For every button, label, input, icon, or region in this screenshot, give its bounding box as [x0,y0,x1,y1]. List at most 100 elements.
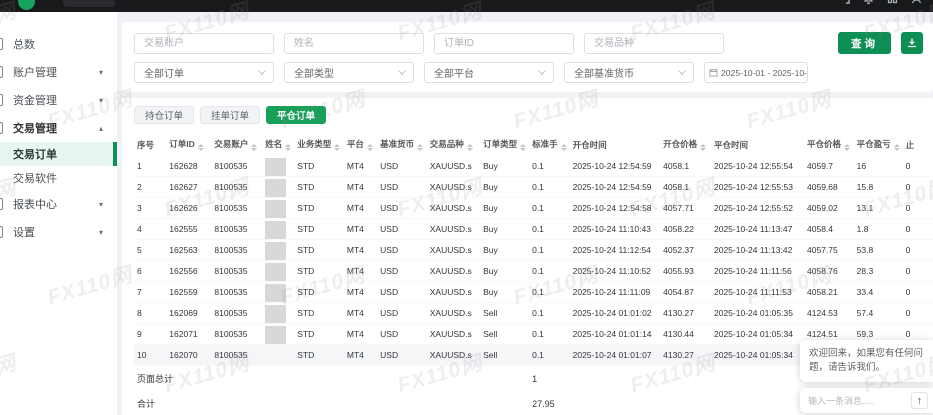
sidebar-item-交易管理[interactable]: 交易管理▴ [0,114,117,142]
tab-持仓订单[interactable]: 持仓订单 [134,106,194,124]
redacted-name [265,179,286,197]
table-cell: 0.1 [529,261,570,282]
type-select[interactable]: 全部类型 [284,62,414,83]
column-header-基准货币[interactable]: 基准货币 [377,133,427,156]
column-header-交易账户[interactable]: 交易账户 [211,133,262,156]
chat-widget: 欢迎回来，如果您有任何问题，请告诉我们。 ↑ [800,340,933,414]
table-cell: 4130.44 [660,324,711,345]
table-cell: 9 [134,324,166,345]
table-cell: 4058.1 [660,177,711,198]
table-cell: 162070 [166,345,211,366]
column-header-姓名[interactable]: 姓名 [262,133,294,156]
column-header-标准手[interactable]: 标准手 [529,133,570,156]
search-button[interactable]: 查询 [838,32,891,54]
table-cell: 162071 [166,324,211,345]
table-cell: 2025-10-24 01:01:07 [570,345,661,366]
table-row[interactable]: 51625638100535STDMT4USDXAUUSD.sBuy0.1202… [134,240,933,261]
sidebar-item-报表中心[interactable]: 报表中心▾ [0,190,117,218]
redacted-name [265,326,286,344]
table-cell [262,219,294,240]
order-id-input[interactable] [434,33,574,54]
table-cell: STD [294,156,344,177]
table-row[interactable]: 41625558100535STDMT4USDXAUUSD.sBuy0.1202… [134,219,933,240]
date-range-picker[interactable]: 2025-10-01 - 2025-10-28 [704,62,808,83]
sidebar-item-交易订单[interactable]: 交易订单 [0,142,117,166]
table-cell: 4054.87 [660,282,711,303]
table-cell: 8100535 [211,324,262,345]
sidebar-item-资金管理[interactable]: 资金管理▾ [0,86,117,114]
chat-message-input[interactable] [808,396,907,406]
table-cell: MT4 [344,345,377,366]
table-cell: 162627 [166,177,211,198]
table-row[interactable]: 71625598100535STDMT4USDXAUUSD.sBuy0.1202… [134,282,933,303]
table-cell: XAUUSD.s [427,198,480,219]
table-cell: 7 [134,282,166,303]
sidebar-item-账户管理[interactable]: 账户管理▾ [0,58,117,86]
export-button[interactable] [901,32,923,54]
table-cell: 2025-10-24 12:54:58 [570,198,661,219]
table-row[interactable]: 21626278100535STDMT4USDXAUUSD.sBuy0.1202… [134,177,933,198]
sidebar-item-设置[interactable]: 设置▾ [0,218,117,246]
dashboard-icon [0,38,3,50]
column-header-订单ID[interactable]: 订单ID [166,133,211,156]
table-cell: 2025-10-24 01:05:34 [711,345,804,366]
table-row[interactable]: 31626268100535STDMT4USDXAUUSD.sBuy0.1202… [134,198,933,219]
table-cell: 162626 [166,198,211,219]
tab-平仓订单[interactable]: 平仓订单 [266,106,326,124]
bell-icon[interactable] [862,0,875,5]
symbol-input[interactable] [584,33,724,54]
platform-select[interactable]: 全部平台 [424,62,554,83]
grid-icon[interactable] [886,0,899,5]
table-cell: Buy [480,198,529,219]
table-cell: 4058.76 [804,261,854,282]
table-row[interactable]: 61625568100535STDMT4USDXAUUSD.sBuy0.1202… [134,261,933,282]
chat-send-button[interactable]: ↑ [911,392,928,409]
table-cell: 0 [903,177,933,198]
funds-icon [0,94,3,106]
column-header-序号: 序号 [134,133,166,156]
table-cell: 2025-10-24 11:13:47 [711,219,804,240]
sidebar-item-总数[interactable]: 总数 [0,30,117,58]
table-row[interactable]: 11626288100535STDMT4USDXAUUSD.sBuy0.1202… [134,156,933,177]
table-cell: STD [294,282,344,303]
table-cell: 2025-10-24 12:55:52 [711,198,804,219]
base-currency-select[interactable]: 全部基准货币 [564,62,694,83]
table-cell: MT4 [344,261,377,282]
name-input[interactable] [284,33,424,54]
column-header-订单类型[interactable]: 订单类型 [480,133,529,156]
sidebar-item-交易软件[interactable]: 交易软件 [0,166,117,190]
table-cell: USD [377,345,427,366]
accounts-icon [0,66,3,78]
table-cell: MT4 [344,177,377,198]
user-avatar-icon[interactable] [910,0,923,5]
table-cell: MT4 [344,240,377,261]
order-tabs: 持仓订单挂单订单平仓订单 [134,106,933,124]
column-header-平台[interactable]: 平台 [344,133,377,156]
column-header-业务类型[interactable]: 业务类型 [294,133,344,156]
sidebar-item-label: 设置 [13,224,35,240]
tab-挂单订单[interactable]: 挂单订单 [200,106,260,124]
chevron-up-icon: ▴ [99,124,103,133]
sort-icon [561,144,567,151]
column-header-平仓盈亏[interactable]: 平仓盈亏 [854,133,903,156]
order-status-select[interactable]: 全部订单 [134,62,274,83]
trading-account-input[interactable] [134,33,274,54]
table-cell: 2025-10-24 11:11:56 [711,261,804,282]
table-cell: 4057.71 [660,198,711,219]
column-header-交易品种[interactable]: 交易品种 [427,133,480,156]
sidebar-item-label: 交易订单 [13,146,57,162]
table-cell [262,282,294,303]
fullscreen-icon[interactable] [838,0,851,5]
table-row[interactable]: 81620698100535STDMT4USDXAUUSD.sSell0.120… [134,303,933,324]
table-cell: 15.8 [854,177,903,198]
column-header-开仓价格[interactable]: 开仓价格 [660,133,711,156]
sidebar-item-label: 账户管理 [13,64,57,80]
table-cell: 2025-10-24 11:11:09 [570,282,661,303]
table-cell: MT4 [344,156,377,177]
table-cell: 0 [903,261,933,282]
page-total-lots: 1 [529,366,570,392]
table-cell: 0.1 [529,240,570,261]
column-header-平仓价格[interactable]: 平仓价格 [804,133,854,156]
table-cell: STD [294,177,344,198]
table-cell: 2 [134,177,166,198]
